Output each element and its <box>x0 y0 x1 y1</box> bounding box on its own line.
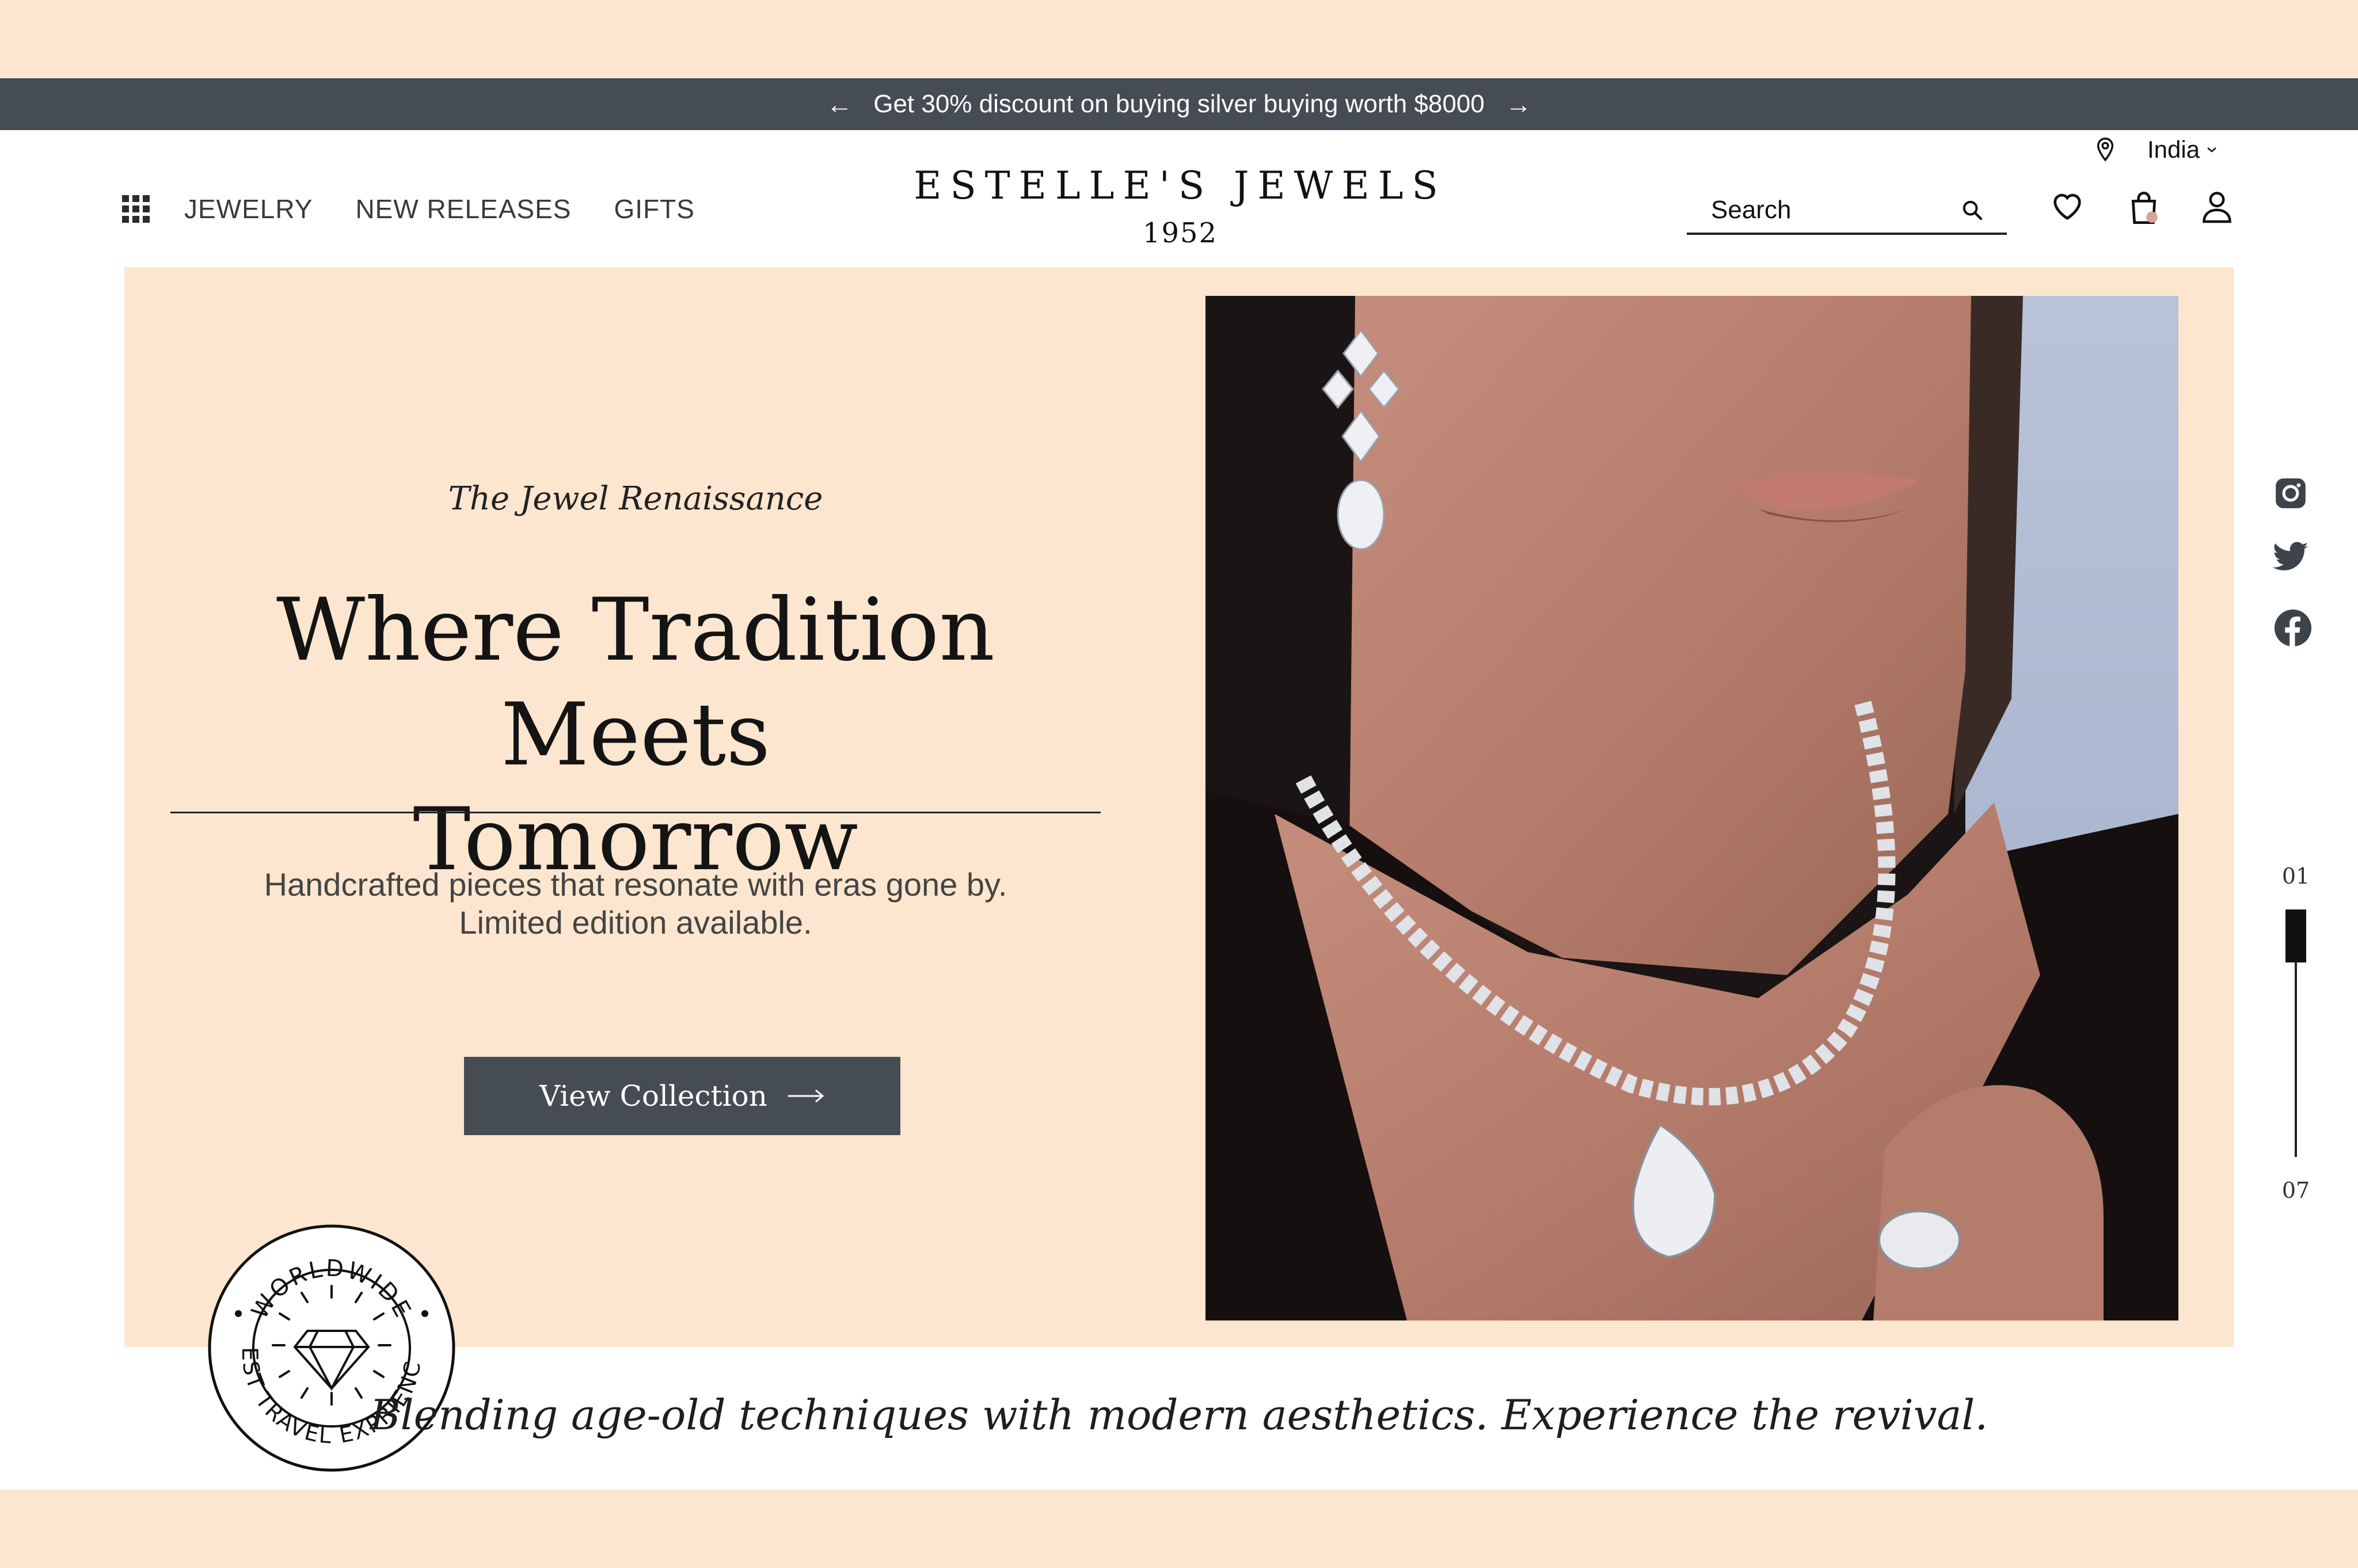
user-icon[interactable] <box>2201 189 2233 223</box>
slide-progress-thumb[interactable] <box>2285 909 2306 962</box>
promo-text: Get 30% discount on buying silver buying… <box>873 90 1485 118</box>
hero-subtext: Handcrafted pieces that resonate with er… <box>170 866 1101 942</box>
promo-next-arrow[interactable]: → <box>1505 89 1532 120</box>
nav-link-jewelry[interactable]: JEWELRY <box>184 193 313 224</box>
grid-menu-icon[interactable] <box>122 195 150 223</box>
slide-current: 01 <box>2281 863 2310 889</box>
heart-icon[interactable] <box>2051 191 2084 221</box>
hero-blurb: Blending age-old techniques with modern … <box>370 1391 1988 1439</box>
search-input[interactable] <box>1687 195 1954 225</box>
hero-model-image <box>1205 296 2178 1320</box>
hero-tagline: The Jewel Renaissance <box>448 480 823 517</box>
instagram-icon[interactable] <box>2273 475 2308 511</box>
facebook-icon[interactable] <box>2273 608 2313 648</box>
view-collection-label: View Collection <box>539 1079 767 1113</box>
search-icon[interactable] <box>1961 199 1984 222</box>
hero-headline: Where Tradition Meets Tomorrow <box>170 578 1101 892</box>
main-nav: JEWELRY NEW RELEASES GIFTS <box>122 193 737 224</box>
location-pin-icon <box>2097 138 2114 162</box>
slide-total: 07 <box>2281 1178 2310 1203</box>
hero-headline-line1: Where Tradition Meets <box>276 580 995 785</box>
arrow-right-icon <box>788 1089 824 1103</box>
promo-bar: ← Get 30% discount on buying silver buyi… <box>0 78 2358 130</box>
nav-link-gifts[interactable]: GIFTS <box>614 193 694 224</box>
shopping-bag-icon[interactable] <box>2128 190 2160 226</box>
view-collection-button[interactable]: View Collection <box>464 1057 900 1135</box>
hero-divider <box>170 812 1101 813</box>
hero-subtext-line2: Limited edition available. <box>459 904 812 941</box>
search-box <box>1687 188 2007 235</box>
twitter-icon[interactable] <box>2273 541 2310 573</box>
brand-year: 1952 <box>1142 217 1218 249</box>
promo-prev-arrow[interactable]: ← <box>826 89 853 120</box>
hero-subtext-line1: Handcrafted pieces that resonate with er… <box>264 866 1007 903</box>
brand-name: ESTELLE'S JEWELS <box>914 163 1447 208</box>
nav-link-new-releases[interactable]: NEW RELEASES <box>355 193 571 224</box>
region-selector[interactable]: India <box>2095 136 2218 163</box>
region-label: India <box>2147 136 2200 163</box>
chevron-down-icon <box>2207 147 2216 153</box>
hero-section: The Jewel Renaissance Where Tradition Me… <box>124 267 2234 1347</box>
brand-logo[interactable]: ESTELLE'S JEWELS 1952 <box>910 163 1451 249</box>
